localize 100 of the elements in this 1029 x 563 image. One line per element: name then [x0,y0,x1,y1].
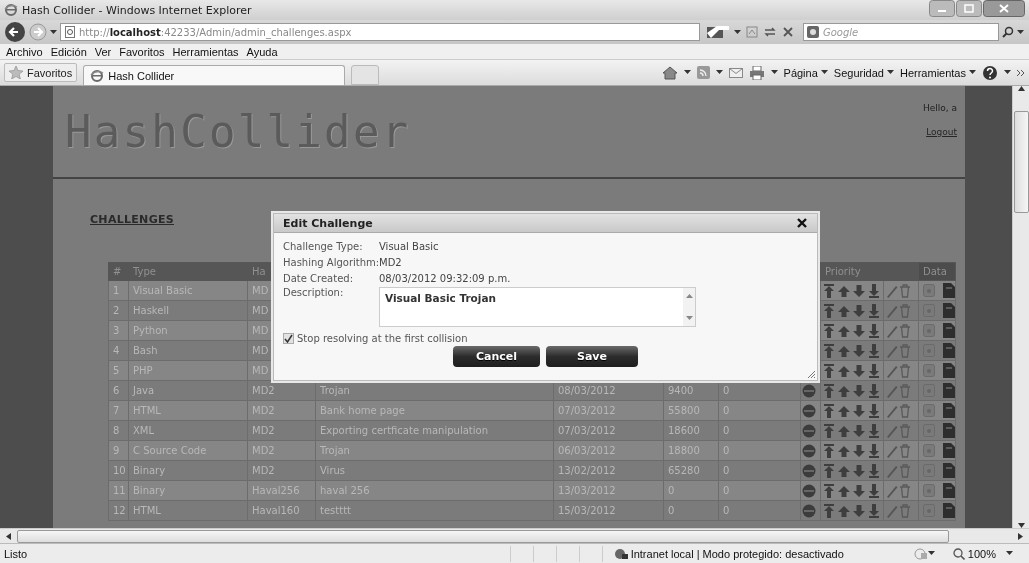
document-icon[interactable] [943,383,955,398]
mail-icon[interactable] [728,67,743,78]
menu-item[interactable]: Archivo [2,45,47,58]
document-icon[interactable] [943,443,955,458]
menu-item[interactable]: Edición [46,45,91,58]
scroll-right-icon[interactable] [1018,532,1023,540]
arrow-up-icon[interactable] [837,283,851,298]
arrow-down-icon[interactable] [852,303,866,318]
arrow-up-icon[interactable] [837,503,851,518]
arrow-up-icon[interactable] [837,343,851,358]
move-bottom-icon[interactable] [867,343,881,358]
arrow-down-icon[interactable] [852,363,866,378]
trash-icon[interactable] [899,443,911,458]
arrow-up-icon[interactable] [837,463,851,478]
arrow-up-icon[interactable] [837,363,851,378]
view-icon[interactable] [923,364,935,377]
view-icon[interactable] [923,484,935,497]
home-icon[interactable] [661,65,678,80]
logout-link[interactable]: Logout [926,127,957,137]
move-top-icon[interactable] [822,503,836,518]
document-icon[interactable] [943,403,955,418]
trash-icon[interactable] [899,463,911,478]
scrollbar-thumb[interactable] [1013,111,1029,213]
stop-sign-icon[interactable] [802,463,816,478]
minimize-button[interactable] [929,0,955,17]
move-bottom-icon[interactable] [867,503,881,518]
arrow-up-icon[interactable] [837,383,851,398]
more-icon[interactable] [1017,68,1025,77]
move-top-icon[interactable] [822,303,836,318]
move-top-icon[interactable] [822,283,836,298]
move-top-icon[interactable] [822,443,836,458]
stop-sign-icon[interactable] [802,403,816,418]
move-bottom-icon[interactable] [867,323,881,338]
move-top-icon[interactable] [822,463,836,478]
favorites-button[interactable]: Favoritos [4,63,78,82]
document-icon[interactable] [943,463,955,478]
caret-icon[interactable] [715,70,723,75]
move-top-icon[interactable] [822,423,836,438]
new-tab-button[interactable] [351,65,380,85]
caret-icon[interactable] [969,70,976,75]
refresh-icon[interactable] [763,26,777,38]
arrow-up-icon[interactable] [837,483,851,498]
caret-icon[interactable] [1006,551,1013,556]
zoom-level[interactable]: 100% [952,547,996,560]
arrow-down-icon[interactable] [852,443,866,458]
move-bottom-icon[interactable] [867,303,881,318]
document-icon[interactable] [943,283,955,298]
caret-icon[interactable] [1004,70,1011,75]
move-top-icon[interactable] [822,483,836,498]
move-bottom-icon[interactable] [867,403,881,418]
view-icon[interactable] [923,284,935,297]
scrollbar-thumb[interactable] [17,529,949,543]
document-icon[interactable] [943,303,955,318]
view-icon[interactable] [923,444,935,457]
menu-item[interactable]: Ver [90,45,116,58]
trash-icon[interactable] [899,303,911,318]
move-top-icon[interactable] [822,403,836,418]
move-bottom-icon[interactable] [867,423,881,438]
feed-icon[interactable] [696,66,710,79]
caret-icon[interactable] [734,29,741,35]
view-icon[interactable] [923,324,935,337]
browser-tab[interactable]: Hash Collider [83,65,346,85]
zone-status[interactable]: Intranet local | Modo protegido: desactivado [613,547,844,560]
menu-item[interactable]: Favoritos [115,45,169,58]
trash-icon[interactable] [899,343,911,358]
document-icon[interactable] [943,483,955,498]
caret-icon[interactable] [927,551,935,556]
address-field[interactable]: http://localhost:42233/Admin/admin_challenges.aspx [60,23,700,41]
move-top-icon[interactable] [822,383,836,398]
stop-sign-icon[interactable] [802,443,816,458]
trash-icon[interactable] [899,423,911,438]
caret-icon[interactable] [770,70,778,75]
move-bottom-icon[interactable] [867,383,881,398]
stop-sign-icon[interactable] [802,423,816,438]
trash-icon[interactable] [899,403,911,418]
arrow-up-icon[interactable] [837,403,851,418]
trash-icon[interactable] [899,483,911,498]
command-menu[interactable]: Herramientas [899,66,976,79]
document-icon[interactable] [943,323,955,338]
caret-icon[interactable] [886,70,894,75]
trash-icon[interactable] [899,363,911,378]
arrow-down-icon[interactable] [852,483,866,498]
maximize-button[interactable] [956,0,982,17]
resize-grip-icon[interactable] [806,369,816,379]
arrow-down-icon[interactable] [852,383,866,398]
checkbox[interactable] [283,333,294,344]
trash-icon[interactable] [899,323,911,338]
cancel-button[interactable]: Cancel [453,346,540,367]
document-icon[interactable] [943,503,955,518]
command-menu[interactable]: Seguridad [833,66,894,79]
move-bottom-icon[interactable] [867,443,881,458]
print-icon[interactable] [748,65,765,80]
arrow-up-icon[interactable] [837,303,851,318]
arrow-down-icon[interactable] [852,283,866,298]
menu-item[interactable]: Herramientas [168,45,243,58]
document-icon[interactable] [943,343,955,358]
arrow-down-icon[interactable] [852,343,866,358]
arrow-up-icon[interactable] [837,443,851,458]
command-menu[interactable]: Página [783,66,828,79]
caret-icon[interactable] [50,29,57,35]
